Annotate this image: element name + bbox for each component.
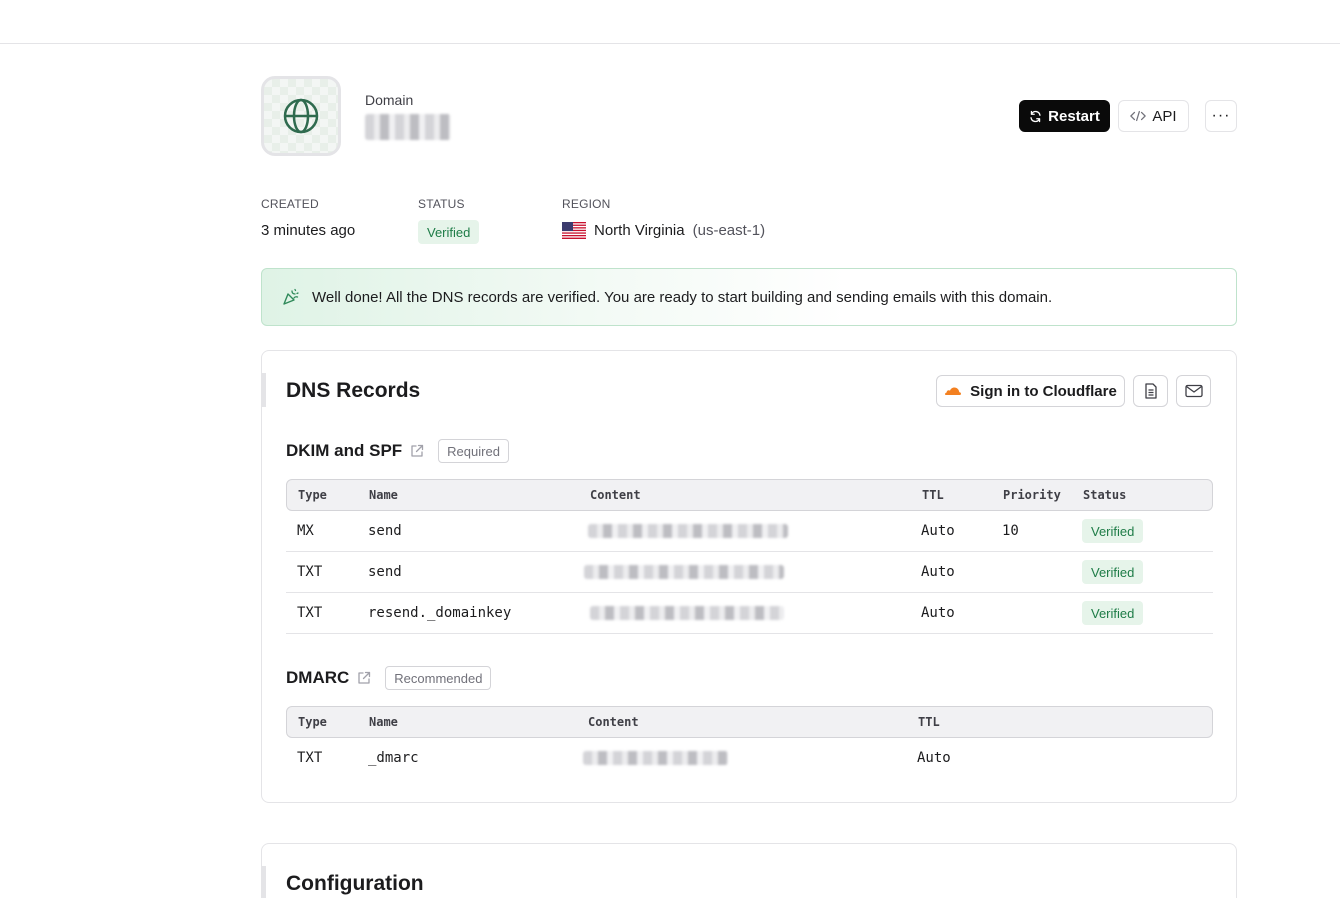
- configuration-title: Configuration: [286, 872, 424, 895]
- record-status-badge: Verified: [1082, 560, 1144, 584]
- column-header: Content: [588, 715, 639, 729]
- table-header: Type Name Content TTL: [286, 706, 1213, 738]
- docs-button[interactable]: [1133, 375, 1168, 407]
- card-accent: [261, 866, 266, 898]
- api-button[interactable]: API: [1118, 100, 1189, 132]
- dkim-spf-table: Type Name Content TTL Priority Status MX…: [286, 479, 1213, 634]
- document-icon: [1144, 383, 1157, 399]
- table-row: TXT resend._domainkey Auto Verified: [286, 593, 1213, 634]
- cloudflare-label: Sign in to Cloudflare: [970, 382, 1117, 400]
- record-status-badge: Verified: [1082, 601, 1144, 625]
- dns-records-card: DNS Records Sign in to Cloudflare DKIM a…: [261, 350, 1237, 803]
- column-header: Priority: [1003, 488, 1061, 502]
- record-name[interactable]: send: [368, 564, 402, 580]
- record-type: TXT: [297, 750, 323, 766]
- record-content-redacted[interactable]: [583, 751, 728, 765]
- region-value: North Virginia (us-east-1): [562, 220, 765, 240]
- record-type: TXT: [297, 605, 323, 621]
- dmarc-table: Type Name Content TTL TXT _dmarc Auto: [286, 706, 1213, 779]
- domain-label: Domain: [365, 92, 414, 108]
- created-value: 3 minutes ago: [261, 222, 356, 239]
- column-header: Content: [590, 488, 641, 502]
- column-header: Name: [369, 488, 398, 502]
- record-type: MX: [297, 523, 314, 539]
- configuration-card: Configuration: [261, 843, 1237, 898]
- column-header: Type: [298, 488, 327, 502]
- banner-text: Well done! All the DNS records are verif…: [312, 288, 1053, 306]
- table-row: MX send Auto 10 Verified: [286, 511, 1213, 552]
- card-accent: [261, 373, 266, 407]
- record-name[interactable]: _dmarc: [368, 750, 419, 766]
- record-ttl: Auto: [921, 564, 955, 580]
- verified-banner: Well done! All the DNS records are verif…: [261, 268, 1237, 326]
- record-status-badge: Verified: [1082, 519, 1144, 543]
- domain-name-redacted: [365, 114, 451, 140]
- table-row: TXT _dmarc Auto: [286, 738, 1213, 779]
- created-label: CREATED: [261, 197, 319, 211]
- record-content-redacted[interactable]: [590, 606, 784, 620]
- column-header: Type: [298, 715, 327, 729]
- status-label: STATUS: [418, 197, 465, 211]
- region-name: North Virginia: [594, 221, 685, 239]
- sign-in-cloudflare-button[interactable]: Sign in to Cloudflare: [936, 375, 1125, 407]
- email-records-button[interactable]: [1176, 375, 1211, 407]
- record-ttl: Auto: [921, 523, 955, 539]
- dkim-spf-section-title: DKIM and SPF Required: [286, 439, 509, 463]
- cloudflare-icon: [945, 387, 962, 395]
- refresh-icon: [1030, 110, 1041, 122]
- record-name[interactable]: resend._domainkey: [368, 605, 511, 621]
- recommended-tag: Recommended: [385, 666, 492, 690]
- dmarc-title: DMARC: [286, 668, 350, 687]
- dkim-spf-title: DKIM and SPF: [286, 441, 403, 460]
- column-header: TTL: [918, 715, 940, 729]
- external-link-icon[interactable]: [410, 444, 424, 458]
- table-row: TXT send Auto Verified: [286, 552, 1213, 593]
- domain-avatar: [261, 76, 341, 156]
- external-link-icon[interactable]: [357, 671, 371, 685]
- record-type: TXT: [297, 564, 323, 580]
- column-header: Name: [369, 715, 398, 729]
- record-content-redacted[interactable]: [584, 565, 784, 579]
- record-priority: 10: [1002, 523, 1019, 539]
- code-icon: [1130, 110, 1147, 122]
- more-options-button[interactable]: ···: [1205, 100, 1237, 132]
- mail-icon: [1184, 384, 1203, 398]
- column-header: TTL: [922, 488, 944, 502]
- globe-icon: [283, 98, 319, 134]
- us-flag-icon: [562, 221, 586, 239]
- region-code: (us-east-1): [692, 221, 766, 239]
- record-name[interactable]: send: [368, 523, 402, 539]
- top-bar: [0, 0, 1340, 44]
- column-header: Status: [1083, 488, 1127, 502]
- record-ttl: Auto: [921, 605, 955, 621]
- dns-records-title: DNS Records: [286, 379, 421, 402]
- record-ttl: Auto: [917, 750, 951, 766]
- required-tag: Required: [438, 439, 509, 463]
- dmarc-section-title: DMARC Recommended: [286, 666, 492, 690]
- restart-button[interactable]: Restart: [1019, 100, 1110, 132]
- api-label: API: [1152, 107, 1177, 125]
- table-header: Type Name Content TTL Priority Status: [286, 479, 1213, 511]
- party-popper-icon: [283, 288, 299, 305]
- restart-label: Restart: [1048, 107, 1100, 125]
- status-badge: Verified: [418, 220, 480, 244]
- region-label: REGION: [562, 197, 611, 211]
- record-content-redacted[interactable]: [588, 524, 788, 538]
